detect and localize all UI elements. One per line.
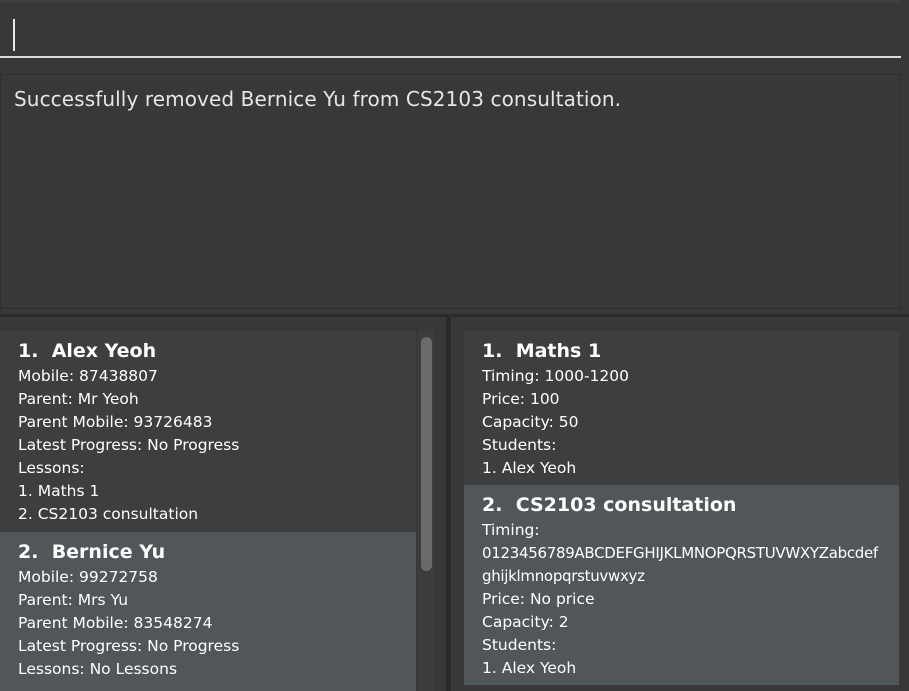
- lesson-card[interactable]: 1. Maths 1 Timing: 1000-1200 Price: 100 …: [464, 331, 899, 485]
- student-lesson-item: 1. Maths 1: [18, 482, 100, 500]
- student-card-title: 2. Bernice Yu: [18, 540, 416, 564]
- student-card[interactable]: 1. Alex Yeoh Mobile: 87438807 Parent: Mr…: [0, 331, 416, 532]
- student-name: Bernice Yu: [51, 541, 166, 563]
- student-index: 2.: [18, 541, 39, 563]
- student-lessons-label: Lessons:: [18, 459, 85, 477]
- student-mobile: Mobile: 87438807: [18, 367, 158, 385]
- command-input-underline: [0, 56, 901, 58]
- lesson-price: Price: No price: [482, 590, 595, 608]
- student-progress: Latest Progress: No Progress: [18, 637, 240, 655]
- student-list-scroll-thumb[interactable]: [421, 337, 432, 571]
- student-lesson-item: 2. CS2103 consultation: [18, 505, 199, 523]
- lesson-index: 2.: [482, 494, 503, 516]
- result-display: Successfully removed Bernice Yu from CS2…: [0, 74, 901, 309]
- lesson-price: Price: 100: [482, 390, 560, 408]
- lesson-card-title: 1. Maths 1: [482, 339, 899, 363]
- lesson-name: CS2103 consultation: [515, 494, 737, 516]
- lesson-capacity: Capacity: 50: [482, 413, 579, 431]
- student-progress: Latest Progress: No Progress: [18, 436, 240, 454]
- lesson-timing-value: 0123456789ABCDEFGHIJKLMNOPQRSTUVWXYZabcd…: [482, 544, 878, 562]
- lesson-index: 1.: [482, 340, 503, 362]
- lesson-student-item: 1. Alex Yeoh: [482, 659, 577, 677]
- student-parent-mobile: Parent Mobile: 83548274: [18, 614, 213, 632]
- command-input[interactable]: [0, 0, 901, 58]
- lesson-timing-label: Timing:: [482, 521, 540, 539]
- student-card-title: 1. Alex Yeoh: [18, 339, 416, 363]
- lesson-capacity: Capacity: 2: [482, 613, 569, 631]
- text-caret: [13, 19, 15, 51]
- lesson-timing-value: ghijklmnopqrstuvwxyz: [482, 567, 645, 585]
- lesson-card-title: 2. CS2103 consultation: [482, 493, 899, 517]
- student-parent: Parent: Mr Yeoh: [18, 390, 139, 408]
- student-parent: Parent: Mrs Yu: [18, 591, 129, 609]
- lesson-students-label: Students:: [482, 636, 557, 654]
- student-card[interactable]: 2. Bernice Yu Mobile: 99272758 Parent: M…: [0, 532, 416, 691]
- student-index: 1.: [18, 340, 39, 362]
- result-message: Successfully removed Bernice Yu from CS2…: [14, 87, 622, 111]
- lesson-timing: Timing: 1000-1200: [482, 367, 630, 385]
- lesson-name: Maths 1: [515, 340, 602, 362]
- lesson-students-label: Students:: [482, 436, 557, 454]
- lesson-card[interactable]: 2. CS2103 consultation Timing: 012345678…: [464, 485, 899, 685]
- student-parent-mobile: Parent Mobile: 93726483: [18, 413, 213, 431]
- student-lessons-label: Lessons: No Lessons: [18, 660, 178, 678]
- student-mobile: Mobile: 99272758: [18, 568, 158, 586]
- lesson-student-item: 1. Alex Yeoh: [482, 459, 577, 477]
- student-name: Alex Yeoh: [51, 340, 157, 362]
